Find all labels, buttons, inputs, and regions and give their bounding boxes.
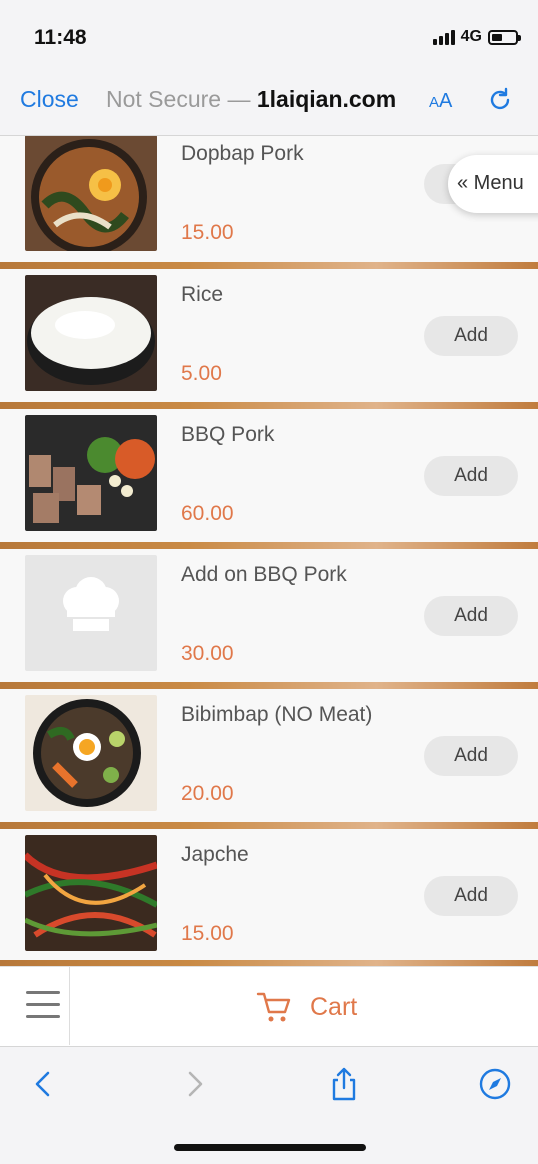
chef-hat-placeholder-image: [25, 555, 157, 671]
aa-small-label: A: [429, 94, 440, 111]
item-price: 15.00: [181, 221, 234, 244]
item-name: BBQ Pork: [181, 423, 275, 446]
bbq-pork-grill-image: [25, 415, 157, 531]
add-button[interactable]: Add: [424, 316, 518, 356]
item-price: 60.00: [181, 502, 234, 525]
divider: [0, 262, 538, 269]
add-button[interactable]: Add: [424, 596, 518, 636]
list-item[interactable]: Japche 15.00 Add: [0, 829, 538, 966]
pork-rice-bowl-image: [25, 136, 157, 251]
item-price: 15.00: [181, 922, 234, 945]
item-price: 5.00: [181, 362, 222, 385]
list-item[interactable]: BBQ Pork 60.00 Add: [0, 409, 538, 549]
add-button[interactable]: Add: [424, 736, 518, 776]
add-button[interactable]: Add: [424, 456, 518, 496]
add-button[interactable]: Add: [424, 876, 518, 916]
bibimbap-bowl-image: [25, 695, 157, 811]
battery-icon: [488, 29, 521, 45]
url-domain: 1laiqian.com: [256, 86, 397, 112]
divider: [0, 542, 538, 549]
cart-icon: [256, 992, 291, 1022]
divider: [0, 402, 538, 409]
back-icon[interactable]: [26, 1067, 60, 1101]
forward-icon[interactable]: [178, 1067, 212, 1101]
url-field[interactable]: Not Secure — 1laiqian.com: [106, 86, 396, 113]
aa-big-label: A: [439, 90, 453, 112]
list-item[interactable]: Bibimbap (NO Meat) 20.00 Add: [0, 689, 538, 829]
compass-icon[interactable]: [478, 1067, 512, 1101]
list-item[interactable]: Add on BBQ Pork 30.00 Add: [0, 549, 538, 689]
share-icon[interactable]: [327, 1067, 361, 1101]
divider: [0, 822, 538, 829]
home-indicator: [174, 1144, 366, 1151]
cart-label: Cart: [310, 992, 358, 1021]
url-security-label: Not Secure —: [106, 86, 257, 112]
status-time: 11:48: [34, 26, 87, 49]
list-item[interactable]: Rice 5.00 Add: [0, 269, 538, 409]
rice-bowl-image: [25, 275, 157, 391]
item-name: Add on BBQ Pork: [181, 563, 347, 586]
network-type: 4G: [460, 28, 482, 45]
reload-icon[interactable]: [486, 86, 514, 114]
item-name: Rice: [181, 283, 224, 306]
close-button[interactable]: Close: [20, 86, 79, 113]
status-bar: 11:48 4G: [0, 0, 538, 72]
item-price: 20.00: [181, 782, 234, 805]
divider: [0, 682, 538, 689]
battery-level: [492, 33, 502, 41]
item-price: 30.00: [181, 642, 234, 665]
item-name: Dopbap Pork: [181, 142, 304, 165]
product-list[interactable]: Dopbap Pork 15.00 Add Rice 5.00 Add: [0, 136, 538, 966]
browser-address-bar: Close Not Secure — 1laiqian.com AA: [0, 72, 538, 136]
menu-tab-label: « Menu: [457, 172, 524, 194]
cart-button[interactable]: Cart: [256, 989, 357, 1025]
item-name: Japche: [181, 843, 249, 866]
hamburger-menu-icon[interactable]: [0, 967, 70, 1045]
cart-bar: Cart: [0, 966, 538, 1046]
menu-tab-button[interactable]: « Menu: [448, 155, 538, 213]
signal-icon: [432, 29, 455, 45]
chef-hat-icon: [63, 577, 119, 631]
japchae-noodles-image: [25, 835, 157, 951]
text-size-button[interactable]: AA: [429, 90, 452, 113]
item-name: Bibimbap (NO Meat): [181, 703, 373, 726]
status-indicators: 4G: [432, 28, 521, 46]
